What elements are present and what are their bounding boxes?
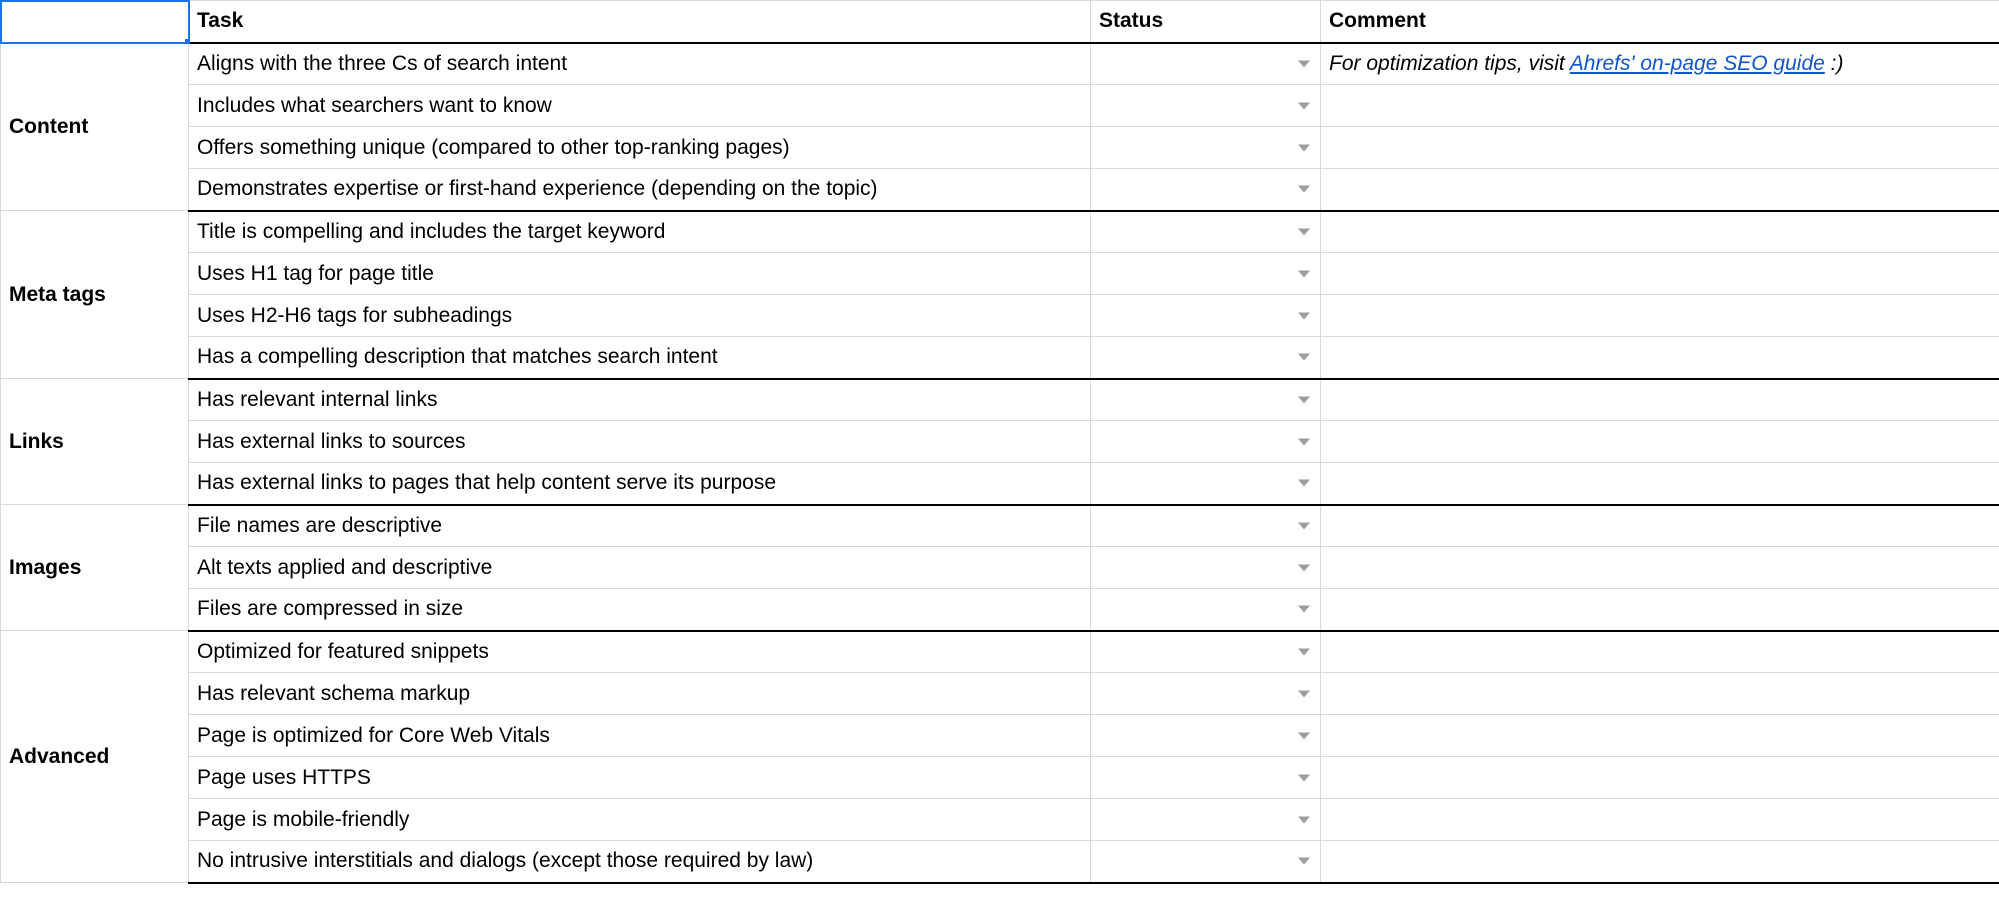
chevron-down-icon <box>1298 354 1310 361</box>
comment-cell[interactable] <box>1321 253 1999 295</box>
category-cell[interactable]: Advanced <box>1 631 189 883</box>
status-dropdown-cell[interactable] <box>1091 295 1321 337</box>
comment-cell[interactable] <box>1321 337 1999 379</box>
status-dropdown-cell[interactable] <box>1091 841 1321 883</box>
header-comment[interactable]: Comment <box>1321 1 1999 43</box>
task-cell[interactable]: Page is optimized for Core Web Vitals <box>189 715 1091 757</box>
chevron-down-icon <box>1298 312 1310 319</box>
category-cell[interactable]: Links <box>1 379 189 505</box>
comment-cell[interactable] <box>1321 295 1999 337</box>
header-task[interactable]: Task <box>189 1 1091 43</box>
status-dropdown-cell[interactable] <box>1091 715 1321 757</box>
chevron-down-icon <box>1298 816 1310 823</box>
chevron-down-icon <box>1298 228 1310 235</box>
chevron-down-icon <box>1298 732 1310 739</box>
chevron-down-icon <box>1298 690 1310 697</box>
chevron-down-icon <box>1298 270 1310 277</box>
comment-cell[interactable] <box>1321 547 1999 589</box>
selection-handle[interactable] <box>184 38 189 43</box>
comment-cell[interactable] <box>1321 169 1999 211</box>
status-dropdown-cell[interactable] <box>1091 127 1321 169</box>
chevron-down-icon <box>1298 480 1310 487</box>
task-cell[interactable]: No intrusive interstitials and dialogs (… <box>189 841 1091 883</box>
chevron-down-icon <box>1298 606 1310 613</box>
status-dropdown-cell[interactable] <box>1091 379 1321 421</box>
comment-cell[interactable] <box>1321 379 1999 421</box>
status-dropdown-cell[interactable] <box>1091 43 1321 85</box>
task-cell[interactable]: Uses H1 tag for page title <box>189 253 1091 295</box>
comment-cell[interactable] <box>1321 505 1999 547</box>
comment-cell[interactable] <box>1321 211 1999 253</box>
status-dropdown-cell[interactable] <box>1091 463 1321 505</box>
status-dropdown-cell[interactable] <box>1091 799 1321 841</box>
status-dropdown-cell[interactable] <box>1091 253 1321 295</box>
task-cell[interactable]: File names are descriptive <box>189 505 1091 547</box>
chevron-down-icon <box>1298 102 1310 109</box>
comment-link[interactable]: Ahrefs' on-page SEO guide <box>1570 52 1825 75</box>
task-cell[interactable]: Has external links to sources <box>189 421 1091 463</box>
task-cell[interactable]: Demonstrates expertise or first-hand exp… <box>189 169 1091 211</box>
task-cell[interactable]: Files are compressed in size <box>189 589 1091 631</box>
chevron-down-icon <box>1298 564 1310 571</box>
comment-cell[interactable] <box>1321 463 1999 505</box>
task-cell[interactable]: Optimized for featured snippets <box>189 631 1091 673</box>
comment-cell[interactable] <box>1321 589 1999 631</box>
cell-a1[interactable] <box>1 1 189 43</box>
status-dropdown-cell[interactable] <box>1091 589 1321 631</box>
chevron-down-icon <box>1298 144 1310 151</box>
task-cell[interactable]: Page is mobile-friendly <box>189 799 1091 841</box>
chevron-down-icon <box>1298 396 1310 403</box>
task-cell[interactable]: Has a compelling description that matche… <box>189 337 1091 379</box>
comment-cell[interactable] <box>1321 127 1999 169</box>
task-cell[interactable]: Has relevant internal links <box>189 379 1091 421</box>
status-dropdown-cell[interactable] <box>1091 85 1321 127</box>
chevron-down-icon <box>1298 60 1310 67</box>
comment-cell[interactable]: For optimization tips, visit Ahrefs' on-… <box>1321 43 1999 85</box>
comment-text: :) <box>1825 52 1844 75</box>
chevron-down-icon <box>1298 648 1310 655</box>
task-cell[interactable]: Uses H2-H6 tags for subheadings <box>189 295 1091 337</box>
status-dropdown-cell[interactable] <box>1091 421 1321 463</box>
task-cell[interactable]: Includes what searchers want to know <box>189 85 1091 127</box>
comment-cell[interactable] <box>1321 757 1999 799</box>
comment-cell[interactable] <box>1321 85 1999 127</box>
comment-text: For optimization tips, visit <box>1329 52 1570 75</box>
status-dropdown-cell[interactable] <box>1091 211 1321 253</box>
task-cell[interactable]: Page uses HTTPS <box>189 757 1091 799</box>
chevron-down-icon <box>1298 858 1310 865</box>
task-cell[interactable]: Aligns with the three Cs of search inten… <box>189 43 1091 85</box>
status-dropdown-cell[interactable] <box>1091 757 1321 799</box>
checklist-table[interactable]: TaskStatusComment ContentAligns with the … <box>0 0 1999 884</box>
task-cell[interactable]: Has external links to pages that help co… <box>189 463 1091 505</box>
category-cell[interactable]: Meta tags <box>1 211 189 379</box>
comment-cell[interactable] <box>1321 841 1999 883</box>
status-dropdown-cell[interactable] <box>1091 505 1321 547</box>
comment-cell[interactable] <box>1321 631 1999 673</box>
chevron-down-icon <box>1298 774 1310 781</box>
task-cell[interactable]: Title is compelling and includes the tar… <box>189 211 1091 253</box>
comment-cell[interactable] <box>1321 715 1999 757</box>
chevron-down-icon <box>1298 186 1310 193</box>
comment-cell[interactable] <box>1321 421 1999 463</box>
category-cell[interactable]: Content <box>1 43 189 211</box>
chevron-down-icon <box>1298 438 1310 445</box>
task-cell[interactable]: Alt texts applied and descriptive <box>189 547 1091 589</box>
task-cell[interactable]: Offers something unique (compared to oth… <box>189 127 1091 169</box>
chevron-down-icon <box>1298 522 1310 529</box>
status-dropdown-cell[interactable] <box>1091 337 1321 379</box>
comment-cell[interactable] <box>1321 673 1999 715</box>
header-status[interactable]: Status <box>1091 1 1321 43</box>
status-dropdown-cell[interactable] <box>1091 673 1321 715</box>
status-dropdown-cell[interactable] <box>1091 547 1321 589</box>
comment-cell[interactable] <box>1321 799 1999 841</box>
task-cell[interactable]: Has relevant schema markup <box>189 673 1091 715</box>
status-dropdown-cell[interactable] <box>1091 631 1321 673</box>
status-dropdown-cell[interactable] <box>1091 169 1321 211</box>
category-cell[interactable]: Images <box>1 505 189 631</box>
